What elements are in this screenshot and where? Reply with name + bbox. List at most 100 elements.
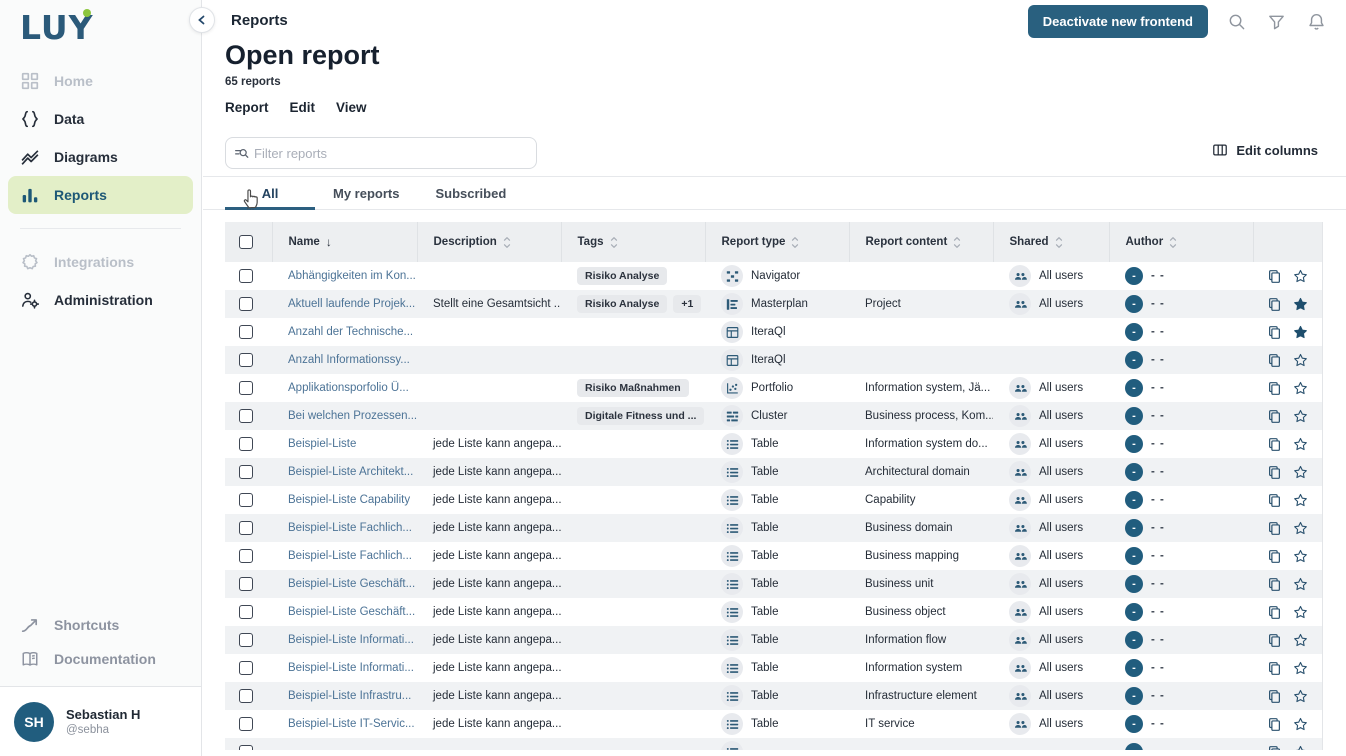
- report-name-link[interactable]: Beispiel-Liste Infrastru...: [288, 690, 411, 702]
- copy-report-button[interactable]: [1267, 633, 1282, 648]
- report-name-link[interactable]: Bei welchen Prozessen...: [288, 410, 417, 422]
- row-checkbox[interactable]: [239, 689, 253, 703]
- report-name-link[interactable]: Beispiel-Liste Geschäft...: [288, 578, 415, 590]
- copy-report-button[interactable]: [1267, 297, 1282, 312]
- copy-report-button[interactable]: [1267, 493, 1282, 508]
- column-header-tags[interactable]: Tags: [561, 222, 705, 262]
- row-checkbox[interactable]: [239, 717, 253, 731]
- row-checkbox[interactable]: [239, 381, 253, 395]
- favorite-star-button[interactable]: [1293, 633, 1308, 648]
- favorite-star-button[interactable]: [1293, 381, 1308, 396]
- copy-report-button[interactable]: [1267, 521, 1282, 536]
- copy-report-button[interactable]: [1267, 689, 1282, 704]
- row-checkbox[interactable]: [239, 577, 253, 591]
- table-row[interactable]: Beispiel-Liste Geschäft... jede Liste ka…: [225, 598, 1323, 626]
- row-checkbox[interactable]: [239, 325, 253, 339]
- row-checkbox[interactable]: [239, 297, 253, 311]
- table-row[interactable]: Beispiel-Liste Fachlich... jede Liste ka…: [225, 514, 1323, 542]
- column-header-description[interactable]: Description: [417, 222, 561, 262]
- report-name-link[interactable]: Abhängigkeiten im Kon...: [288, 270, 416, 282]
- row-checkbox[interactable]: [239, 521, 253, 535]
- favorite-star-button[interactable]: [1293, 325, 1308, 340]
- tab-my-reports[interactable]: My reports: [315, 177, 417, 209]
- tab-all[interactable]: All: [225, 177, 315, 209]
- favorite-star-button[interactable]: [1293, 661, 1308, 676]
- report-name-link[interactable]: Beispiel-Liste Fachlich...: [288, 550, 412, 562]
- favorite-star-button[interactable]: [1293, 409, 1308, 424]
- column-header-name[interactable]: Name↓: [272, 222, 417, 262]
- favorite-star-button[interactable]: [1293, 689, 1308, 704]
- report-name-link[interactable]: Beispiel-Liste Capability: [288, 494, 410, 506]
- sidebar-collapse-button[interactable]: [189, 7, 215, 33]
- table-row[interactable]: Beispiel-Liste jede Liste kann angepa...…: [225, 430, 1323, 458]
- row-checkbox[interactable]: [239, 269, 253, 283]
- filter-reports-input[interactable]: [254, 146, 528, 161]
- column-header-report-content[interactable]: Report content: [849, 222, 993, 262]
- copy-report-button[interactable]: [1267, 549, 1282, 564]
- row-checkbox[interactable]: [239, 661, 253, 675]
- favorite-star-button[interactable]: [1293, 269, 1308, 284]
- menu-view[interactable]: View: [336, 100, 367, 115]
- table-row[interactable]: Beispiel-Liste Capability jede Liste kan…: [225, 486, 1323, 514]
- report-name-link[interactable]: Beispiel-Liste Informati...: [288, 634, 414, 646]
- sidebar-item-reports[interactable]: Reports: [8, 176, 193, 214]
- table-row[interactable]: Aktuell laufende Projek... Stellt eine G…: [225, 290, 1323, 318]
- copy-report-button[interactable]: [1267, 745, 1282, 751]
- favorite-star-button[interactable]: [1293, 549, 1308, 564]
- report-name-link[interactable]: Beispiel-Liste Fachlich...: [288, 522, 412, 534]
- favorite-star-button[interactable]: [1293, 745, 1308, 751]
- row-checkbox[interactable]: [239, 353, 253, 367]
- table-row[interactable]: Anzahl Informationssy... IteraQl -- -: [225, 346, 1323, 374]
- notifications-button[interactable]: [1296, 7, 1336, 37]
- sidebar-item-diagrams[interactable]: Diagrams: [8, 138, 193, 176]
- copy-report-button[interactable]: [1267, 437, 1282, 452]
- report-name-link[interactable]: Beispiel-Liste Informati...: [288, 662, 414, 674]
- favorite-star-button[interactable]: [1293, 577, 1308, 592]
- copy-report-button[interactable]: [1267, 605, 1282, 620]
- column-header-author[interactable]: Author: [1109, 222, 1253, 262]
- table-row[interactable]: Abhängigkeiten im Kon... Risiko Analyse …: [225, 262, 1323, 290]
- row-checkbox[interactable]: [239, 549, 253, 563]
- menu-edit[interactable]: Edit: [290, 100, 316, 115]
- sidebar-item-home[interactable]: Home: [8, 62, 193, 100]
- table-row[interactable]: Beispiel-Liste Infrastru... jede Liste k…: [225, 682, 1323, 710]
- report-name-link[interactable]: Anzahl Informationssy...: [288, 354, 410, 366]
- table-row[interactable]: Beispiel-Liste Architekt... jede Liste k…: [225, 458, 1323, 486]
- favorite-star-button[interactable]: [1293, 297, 1308, 312]
- deactivate-new-frontend-button[interactable]: Deactivate new frontend: [1028, 5, 1208, 38]
- copy-report-button[interactable]: [1267, 325, 1282, 340]
- report-name-link[interactable]: Beispiel-Liste Architekt...: [288, 466, 413, 478]
- row-checkbox[interactable]: [239, 465, 253, 479]
- copy-report-button[interactable]: [1267, 465, 1282, 480]
- table-row[interactable]: Anzahl der Technische... IteraQl -- -: [225, 318, 1323, 346]
- row-checkbox[interactable]: [239, 745, 253, 750]
- select-all-checkbox[interactable]: [239, 235, 253, 249]
- row-checkbox[interactable]: [239, 437, 253, 451]
- search-button[interactable]: [1216, 7, 1256, 37]
- table-row[interactable]: Beispiel-Liste IT-Servic... jede Liste k…: [225, 710, 1323, 738]
- row-checkbox[interactable]: [239, 409, 253, 423]
- copy-report-button[interactable]: [1267, 381, 1282, 396]
- favorite-star-button[interactable]: [1293, 437, 1308, 452]
- report-name-link[interactable]: Beispiel-Liste: [288, 438, 356, 450]
- report-name-link[interactable]: Beispiel-Liste IT-Servic...: [288, 718, 415, 730]
- edit-columns-button[interactable]: Edit columns: [1212, 142, 1318, 158]
- copy-report-button[interactable]: [1267, 717, 1282, 732]
- report-name-link[interactable]: Anzahl der Technische...: [288, 326, 413, 338]
- report-name-link[interactable]: Beispiel-Liste Geschäft...: [288, 606, 415, 618]
- favorite-star-button[interactable]: [1293, 521, 1308, 536]
- copy-report-button[interactable]: [1267, 409, 1282, 424]
- table-row[interactable]: Beispiel-Liste Informati... jede Liste k…: [225, 654, 1323, 682]
- favorite-star-button[interactable]: [1293, 353, 1308, 368]
- row-checkbox[interactable]: [239, 493, 253, 507]
- table-row[interactable]: Applikationsporfolio Ü... Risiko Maßnahm…: [225, 374, 1323, 402]
- favorite-star-button[interactable]: [1293, 465, 1308, 480]
- column-header-report-type[interactable]: Report type: [705, 222, 849, 262]
- table-row[interactable]: Beispiel-Liste Informati... jede Liste k…: [225, 626, 1323, 654]
- sidebar-item-documentation[interactable]: Documentation: [8, 642, 193, 676]
- copy-report-button[interactable]: [1267, 577, 1282, 592]
- copy-report-button[interactable]: [1267, 269, 1282, 284]
- report-name-link[interactable]: Aktuell laufende Projek...: [288, 298, 415, 310]
- table-row[interactable]: Beispiel-Liste Geschäft... jede Liste ka…: [225, 570, 1323, 598]
- row-checkbox[interactable]: [239, 633, 253, 647]
